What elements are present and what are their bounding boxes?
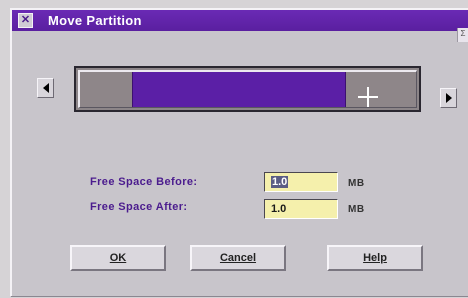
move-crosshair-icon <box>358 87 378 107</box>
move-partition-dialog: ✕ Move Partition Σ Free Space Before: 1.… <box>10 8 468 296</box>
cancel-button[interactable]: Cancel <box>190 245 286 271</box>
system-menu-icon[interactable]: ✕ <box>18 13 33 28</box>
free-space-after-field[interactable]: 1.0 <box>264 199 338 219</box>
free-space-after-unit: MB <box>348 204 365 215</box>
free-space-before-value: 1.0 <box>271 176 289 188</box>
title-bar[interactable]: ✕ Move Partition <box>12 10 468 31</box>
ok-button-label: OK <box>109 252 127 264</box>
cancel-button-label: Cancel <box>219 252 257 264</box>
partition-slider-track[interactable] <box>74 66 421 112</box>
ok-button[interactable]: OK <box>70 245 166 271</box>
right-triangle-icon <box>445 93 452 103</box>
help-button[interactable]: Help <box>327 245 423 271</box>
help-button-label: Help <box>363 252 387 264</box>
window-control-icon[interactable]: Σ <box>457 28 468 42</box>
disk-space-map <box>78 70 417 108</box>
dialog-title: Move Partition <box>48 13 142 28</box>
free-space-before-field[interactable]: 1.0 <box>264 172 338 192</box>
move-left-button[interactable] <box>37 78 54 98</box>
free-space-before-label: Free Space Before: <box>90 176 198 188</box>
free-space-before-unit: MB <box>348 178 365 189</box>
left-triangle-icon <box>42 83 49 93</box>
free-space-after-label: Free Space After: <box>90 201 188 213</box>
partition-handle[interactable] <box>132 72 378 107</box>
move-right-button[interactable] <box>440 88 457 108</box>
